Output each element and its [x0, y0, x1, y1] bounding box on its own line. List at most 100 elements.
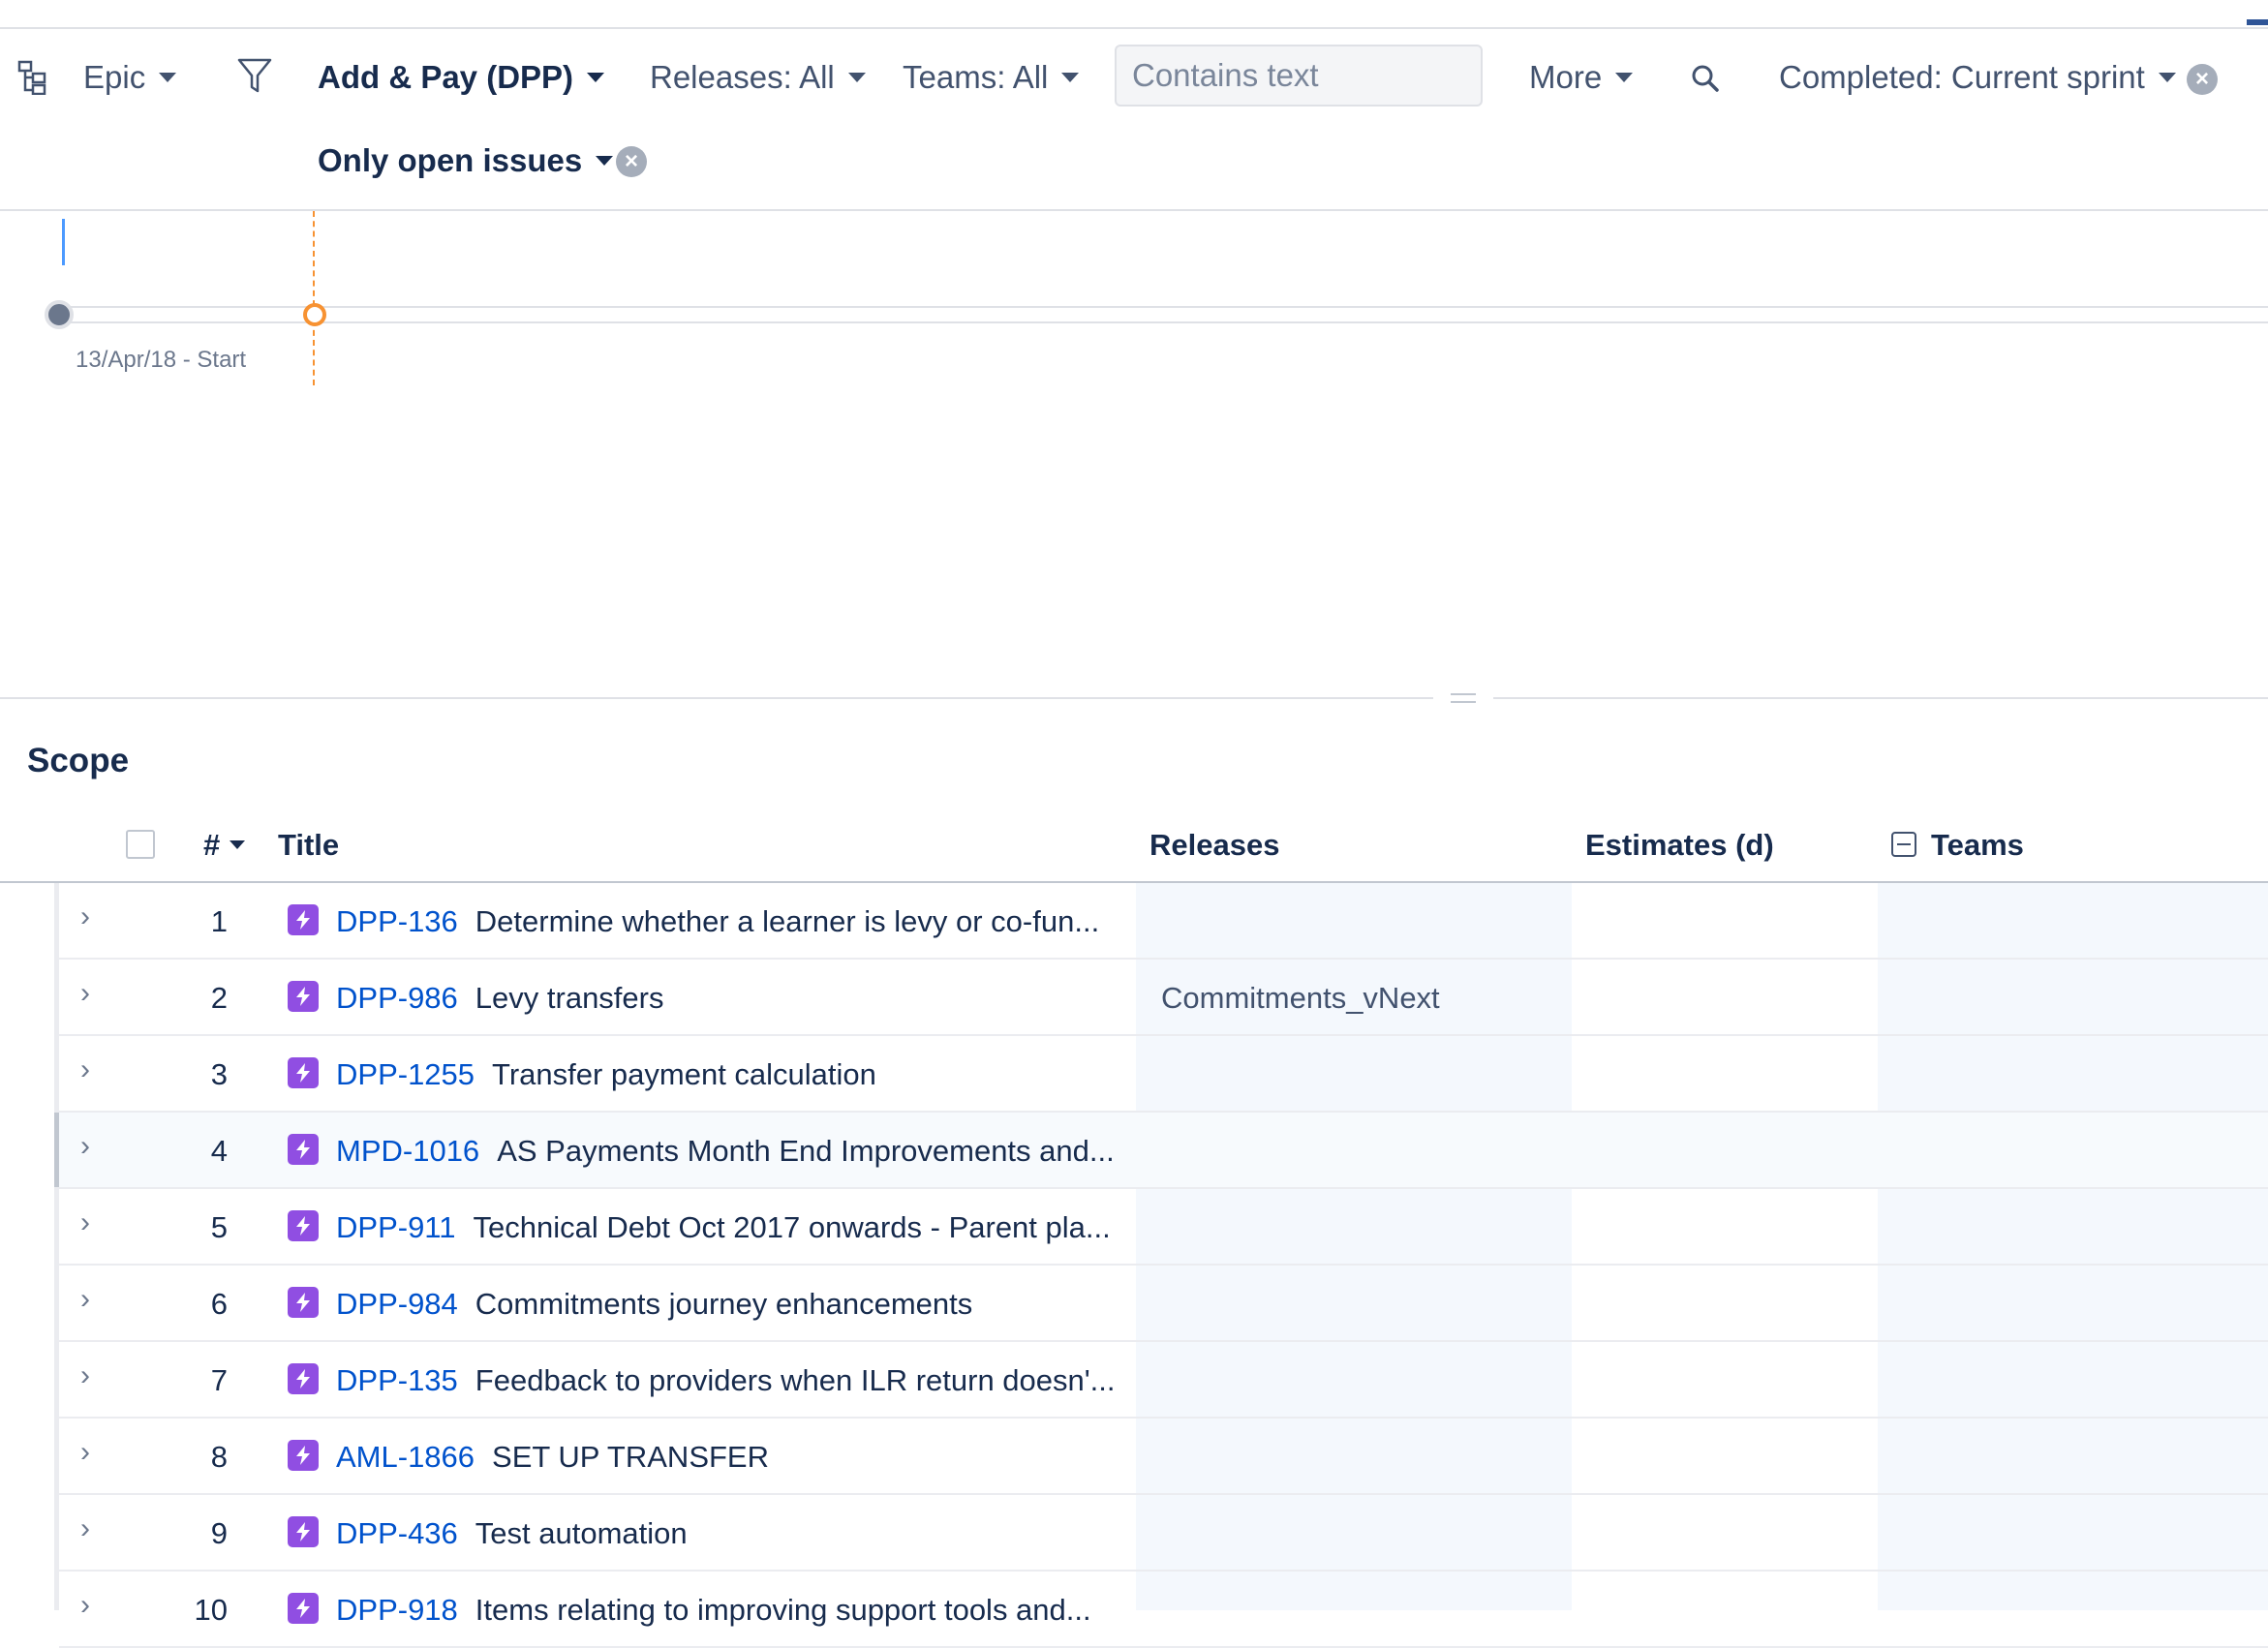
- completed-filter-label: Completed: Current sprint: [1779, 59, 2145, 95]
- epic-icon: [288, 1287, 319, 1318]
- issue-summary: Feedback to providers when ILR return do…: [475, 1363, 1116, 1397]
- teams-filter[interactable]: Teams: All: [903, 58, 1080, 97]
- row-number: 9: [210, 1516, 228, 1550]
- issue-key-link[interactable]: DPP-136: [336, 904, 458, 938]
- expand-chevron-icon[interactable]: ›: [80, 1208, 90, 1237]
- epic-icon: [288, 1516, 319, 1547]
- expand-chevron-icon[interactable]: ›: [80, 1438, 90, 1467]
- pane-divider-right: [1493, 697, 2268, 699]
- table-row[interactable]: › 2 DPP-986 Levy transfers Commitments_vNext: [59, 960, 2268, 1036]
- issue-summary: Test automation: [475, 1516, 688, 1550]
- expand-chevron-icon[interactable]: ›: [80, 1514, 90, 1543]
- issue-title: DPP-136 Determine whether a learner is le…: [336, 883, 1099, 960]
- chevron-down-icon: [1615, 73, 1634, 83]
- chevron-down-icon: [2158, 73, 2176, 83]
- filter-icon[interactable]: [236, 56, 273, 102]
- column-header-title[interactable]: Title: [278, 828, 339, 863]
- sort-down-icon: [230, 840, 246, 850]
- start-marker[interactable]: [45, 300, 74, 329]
- issue-key-link[interactable]: DPP-436: [336, 1516, 458, 1550]
- row-number: 2: [210, 981, 228, 1015]
- row-number: 3: [210, 1057, 228, 1091]
- issue-key-link[interactable]: DPP-911: [336, 1210, 456, 1244]
- collapse-column-icon[interactable]: [1891, 832, 1916, 857]
- hierarchy-icon[interactable]: [17, 60, 46, 100]
- issue-key-link[interactable]: DPP-984: [336, 1287, 458, 1321]
- scope-title: Scope: [27, 742, 130, 779]
- issue-key-link[interactable]: DPP-986: [336, 981, 458, 1015]
- issue-summary: Levy transfers: [475, 981, 664, 1015]
- expand-chevron-icon[interactable]: ›: [80, 1132, 90, 1161]
- row-number: 4: [210, 1134, 228, 1168]
- select-all-checkbox[interactable]: [126, 830, 155, 859]
- expand-chevron-icon[interactable]: ›: [80, 902, 90, 931]
- table-row[interactable]: › 5 DPP-911 Technical Debt Oct 2017 onwards…: [59, 1189, 2268, 1266]
- issue-title: MPD-1016 AS Payments Month End Improvemen…: [336, 1113, 1115, 1189]
- column-header-estimates[interactable]: Estimates (d): [1585, 828, 1774, 863]
- contains-text-input[interactable]: [1117, 46, 1481, 105]
- contains-text-box: [1115, 45, 1483, 107]
- timeline-axis: [58, 306, 2268, 308]
- project-dropdown[interactable]: Add & Pay (DPP): [318, 58, 605, 97]
- column-header-releases[interactable]: Releases: [1149, 828, 1279, 863]
- issue-summary: Transfer payment calculation: [492, 1057, 876, 1091]
- toolbar-divider: [0, 209, 2268, 211]
- epic-icon: [288, 1057, 319, 1088]
- row-number: 8: [210, 1440, 228, 1474]
- chevron-down-icon: [847, 73, 866, 83]
- search-icon[interactable]: [1691, 64, 1720, 98]
- epic-icon: [288, 981, 319, 1012]
- table-row[interactable]: › 8 AML-1866 SET UP TRANSFER: [59, 1419, 2268, 1495]
- more-label: More: [1529, 59, 1603, 95]
- hierarchy-dropdown[interactable]: Epic: [83, 58, 177, 97]
- today-marker[interactable]: [303, 303, 326, 326]
- table-row[interactable]: › 3 DPP-1255 Transfer payment calculation: [59, 1036, 2268, 1113]
- issue-key-link[interactable]: MPD-1016: [336, 1134, 479, 1168]
- clear-open-issues-icon[interactable]: ×: [616, 146, 647, 177]
- open-issues-label: Only open issues: [318, 142, 583, 178]
- expand-chevron-icon[interactable]: ›: [80, 1591, 90, 1620]
- issue-key-link[interactable]: DPP-1255: [336, 1057, 475, 1091]
- chevron-down-icon: [587, 73, 605, 83]
- issue-key-link[interactable]: DPP-135: [336, 1363, 458, 1397]
- resize-handle[interactable]: [1451, 693, 1476, 703]
- issue-summary: Determine whether a learner is levy or c…: [475, 904, 1100, 938]
- epic-icon: [288, 904, 319, 935]
- row-number: 1: [210, 904, 228, 938]
- releases-filter-label: Releases: All: [650, 59, 835, 95]
- expand-chevron-icon[interactable]: ›: [80, 1055, 90, 1084]
- column-header-number[interactable]: #: [203, 828, 246, 863]
- chevron-down-icon: [1061, 73, 1080, 83]
- issue-title: DPP-984 Commitments journey enhancements: [336, 1266, 972, 1342]
- table-row[interactable]: › 1 DPP-136 Determine whether a learner is …: [59, 883, 2268, 960]
- top-border: [0, 27, 2268, 29]
- completed-filter[interactable]: Completed: Current sprint: [1779, 58, 2176, 97]
- epic-icon: [288, 1134, 319, 1165]
- issue-title: DPP-911 Technical Debt Oct 2017 onwards -…: [336, 1189, 1111, 1266]
- timeline-cursor: [62, 219, 65, 265]
- releases-filter[interactable]: Releases: All: [650, 58, 866, 97]
- column-number-label: #: [203, 828, 221, 862]
- issue-summary: Commitments journey enhancements: [475, 1287, 973, 1321]
- epic-icon: [288, 1363, 319, 1394]
- top-accent: [2247, 19, 2268, 25]
- row-number: 7: [210, 1363, 228, 1397]
- row-highlight-bar: [54, 1113, 59, 1187]
- row-number: 6: [210, 1287, 228, 1321]
- table-row[interactable]: › 7 DPP-135 Feedback to providers when ILR …: [59, 1342, 2268, 1419]
- more-dropdown[interactable]: More: [1529, 58, 1634, 97]
- table-row[interactable]: › 9 DPP-436 Test automation: [59, 1495, 2268, 1572]
- table-row[interactable]: › 4 MPD-1016 AS Payments Month End Improvem…: [54, 1113, 2268, 1189]
- epic-icon: [288, 1593, 319, 1624]
- issue-title: DPP-135 Feedback to providers when ILR re…: [336, 1342, 1116, 1419]
- clear-completed-icon[interactable]: ×: [2187, 64, 2218, 95]
- release-cell[interactable]: Commitments_vNext: [1161, 960, 1440, 1036]
- table-row[interactable]: › 6 DPP-984 Commitments journey enhancement…: [59, 1266, 2268, 1342]
- expand-chevron-icon[interactable]: ›: [80, 1285, 90, 1314]
- expand-chevron-icon[interactable]: ›: [80, 1361, 90, 1390]
- pane-divider: [0, 697, 1433, 699]
- expand-chevron-icon[interactable]: ›: [80, 979, 90, 1008]
- open-issues-filter[interactable]: Only open issues: [318, 141, 614, 180]
- issue-key-link[interactable]: AML-1866: [336, 1440, 475, 1474]
- column-header-teams[interactable]: Teams: [1931, 828, 2024, 863]
